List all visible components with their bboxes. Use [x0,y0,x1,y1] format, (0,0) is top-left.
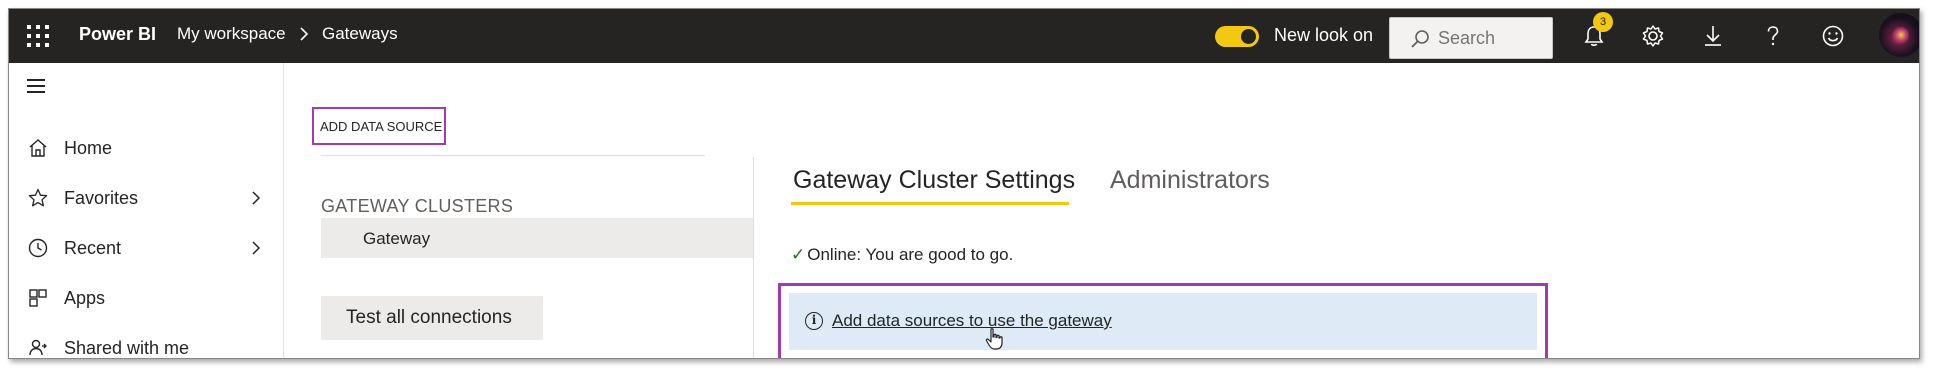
gateway-cluster-item[interactable]: Gateway [321,218,753,258]
checkmark-icon: ✓ [791,245,806,264]
help-icon[interactable] [1760,23,1786,49]
sidebar-item-label: Apps [64,288,106,308]
search-input[interactable] [1438,27,1538,49]
info-icon: i [805,312,823,330]
status-text: Online: You are good to go. [807,245,1014,264]
chevron-right-icon[interactable] [249,188,263,208]
tab-administrators[interactable]: Administrators [1110,166,1270,195]
gateway-status: ✓ Online: You are good to go. [791,245,1013,265]
apps-icon [29,289,47,307]
shared-icon [29,339,47,356]
app-window: Power BI My workspace Gateways New look … [8,8,1920,359]
hamburger-icon[interactable] [27,79,45,93]
breadcrumb-chevron-icon [300,27,309,41]
left-nav: Home Favorites Recent Apps Shared with m… [9,63,284,358]
toggle-knob [1241,29,1256,44]
panel-divider [753,157,754,358]
sidebar-item-label: Favorites [64,188,139,208]
sidebar-item-label: Shared with me [64,338,190,358]
download-icon[interactable] [1700,23,1726,49]
new-look-label: New look on [1274,25,1374,45]
sidebar-item-apps[interactable]: Apps [9,279,284,319]
active-tab-indicator [791,202,1069,205]
clock-icon [28,238,48,258]
info-banner: i Add data sources to use the gateway [778,283,1548,358]
add-data-sources-link[interactable]: Add data sources to use the gateway [832,311,1112,331]
new-look-toggle[interactable] [1215,26,1259,47]
gateway-cluster-name: Gateway [363,229,431,248]
tab-gateway-cluster-settings[interactable]: Gateway Cluster Settings [793,166,1075,195]
add-data-source-button[interactable]: ADD DATA SOURCE [312,107,446,145]
sidebar-item-favorites[interactable]: Favorites [9,179,284,219]
gear-icon[interactable] [1640,23,1666,49]
info-banner-body: i Add data sources to use the gateway [789,293,1537,350]
search-icon [1411,30,1429,48]
sidebar-item-label: Home [64,138,113,158]
sidebar-item-shared[interactable]: Shared with me [9,329,284,358]
breadcrumb-workspace[interactable]: My workspace [177,24,286,44]
section-divider [321,155,705,156]
hand-cursor-icon [985,328,1003,350]
chevron-right-icon[interactable] [249,238,263,258]
gateway-clusters-heading: GATEWAY CLUSTERS [321,196,514,216]
notification-badge: 3 [1593,12,1613,32]
app-name[interactable]: Power BI [79,24,156,45]
search-box[interactable] [1389,17,1553,59]
home-icon [29,139,47,157]
test-all-connections-button[interactable]: Test all connections [321,296,543,340]
sidebar-item-recent[interactable]: Recent [9,229,284,269]
star-icon [28,188,48,207]
sidebar-item-label: Recent [64,238,122,258]
sidebar-item-home[interactable]: Home [9,129,284,169]
breadcrumb-gateways[interactable]: Gateways [322,24,398,44]
top-bar: Power BI My workspace Gateways New look … [9,9,1919,63]
app-launcher-icon[interactable] [25,23,51,49]
smiley-icon[interactable] [1820,23,1846,49]
avatar[interactable] [1879,13,1919,57]
